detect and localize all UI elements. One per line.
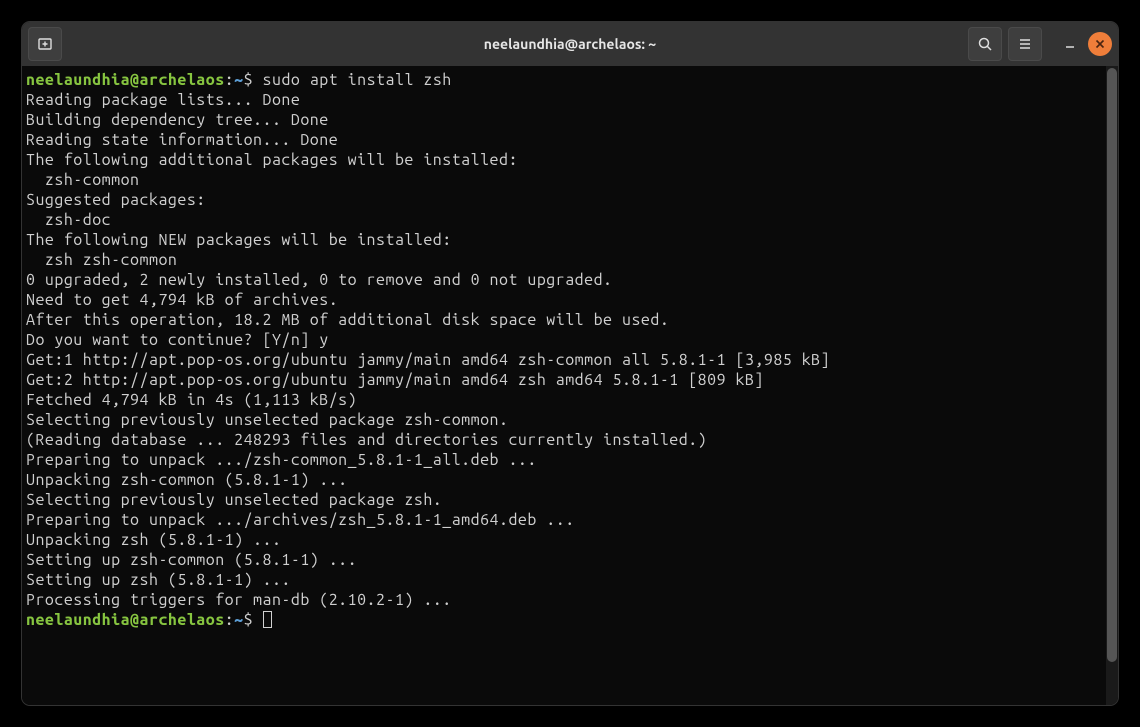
scrollbar-thumb[interactable]: [1107, 68, 1117, 662]
output-line: Processing triggers for man-db (2.10.2-1…: [26, 591, 452, 609]
output-line: Reading package lists... Done: [26, 91, 300, 109]
minimize-button[interactable]: [1058, 32, 1082, 56]
terminal-content: neelaundhia@archelaos:~$ sudo apt instal…: [26, 70, 1114, 630]
output-line: Suggested packages:: [26, 191, 206, 209]
command-text: sudo apt install zsh: [263, 71, 452, 89]
output-line: Setting up zsh-common (5.8.1-1) ...: [26, 551, 357, 569]
terminal-body[interactable]: neelaundhia@archelaos:~$ sudo apt instal…: [22, 66, 1118, 705]
prompt-dollar: $: [244, 611, 253, 629]
hamburger-icon: [1017, 36, 1033, 52]
output-line: Fetched 4,794 kB in 4s (1,113 kB/s): [26, 391, 357, 409]
new-tab-button[interactable]: [28, 27, 62, 61]
prompt-dollar: $: [244, 71, 253, 89]
titlebar-right: [968, 27, 1112, 61]
prompt-path: ~: [234, 71, 243, 89]
output-line: zsh zsh-common: [26, 251, 177, 269]
close-icon: [1095, 39, 1105, 49]
prompt-path: ~: [234, 611, 243, 629]
search-icon: [977, 36, 993, 52]
prompt-colon: :: [225, 611, 234, 629]
window-title: neelaundhia@archelaos: ~: [484, 36, 656, 52]
output-line: Do you want to continue? [Y/n] y: [26, 331, 329, 349]
output-line: Preparing to unpack .../zsh-common_5.8.1…: [26, 451, 537, 469]
close-button[interactable]: [1088, 32, 1112, 56]
terminal-window: neelaundhia@archelaos: ~: [22, 22, 1118, 705]
output-line: Selecting previously unselected package …: [26, 411, 508, 429]
scrollbar-track[interactable]: [1106, 66, 1118, 705]
prompt-colon: :: [225, 71, 234, 89]
new-tab-icon: [37, 36, 53, 52]
output-line: Selecting previously unselected package …: [26, 491, 442, 509]
menu-button[interactable]: [1008, 27, 1042, 61]
cursor: [263, 611, 272, 628]
output-line: Get:2 http://apt.pop-os.org/ubuntu jammy…: [26, 371, 764, 389]
output-line: (Reading database ... 248293 files and d…: [26, 431, 707, 449]
prompt-user-host: neelaundhia@archelaos: [26, 71, 225, 89]
minimize-icon: [1064, 38, 1076, 50]
output-line: Unpacking zsh-common (5.8.1-1) ...: [26, 471, 348, 489]
output-line: Need to get 4,794 kB of archives.: [26, 291, 338, 309]
output-line: Building dependency tree... Done: [26, 111, 329, 129]
output-line: zsh-doc: [26, 211, 111, 229]
output-line: Preparing to unpack .../archives/zsh_5.8…: [26, 511, 575, 529]
output-line: Unpacking zsh (5.8.1-1) ...: [26, 531, 281, 549]
output-line: Setting up zsh (5.8.1-1) ...: [26, 571, 291, 589]
search-button[interactable]: [968, 27, 1002, 61]
output-line: The following NEW packages will be insta…: [26, 231, 452, 249]
titlebar: neelaundhia@archelaos: ~: [22, 22, 1118, 66]
output-line: Get:1 http://apt.pop-os.org/ubuntu jammy…: [26, 351, 830, 369]
prompt-user-host: neelaundhia@archelaos: [26, 611, 225, 629]
output-line: 0 upgraded, 2 newly installed, 0 to remo…: [26, 271, 613, 289]
output-line: After this operation, 18.2 MB of additio…: [26, 311, 669, 329]
output-line: zsh-common: [26, 171, 140, 189]
output-line: The following additional packages will b…: [26, 151, 518, 169]
output-line: Reading state information... Done: [26, 131, 338, 149]
